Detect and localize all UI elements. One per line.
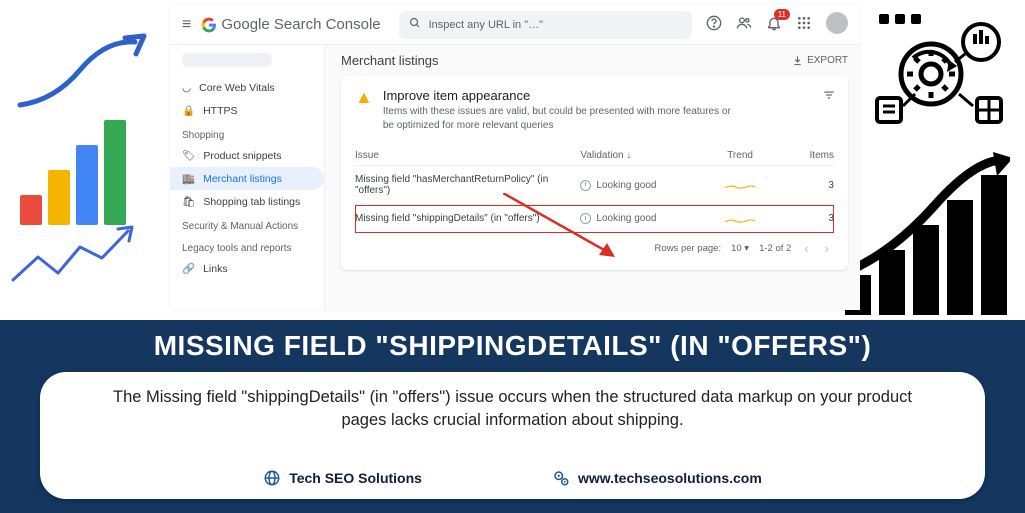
col-issue[interactable]: Issue	[355, 150, 580, 161]
gsc-app: ≡ Google Search Console Inspect any URL …	[170, 5, 860, 310]
notif-badge: 11	[774, 9, 790, 20]
issues-card: ▲ Improve item appearance Items with the…	[341, 76, 848, 270]
issues-table: Issue Validation ↓ Trend Items Missing f…	[355, 146, 834, 258]
help-icon[interactable]	[706, 15, 722, 34]
card-subtitle: Items with these issues are valid, but c…	[383, 105, 743, 132]
trend-cell	[693, 182, 787, 188]
export-button[interactable]: EXPORT	[792, 55, 848, 66]
gsc-logo: Google Search Console	[201, 16, 380, 33]
apps-icon[interactable]	[796, 15, 812, 34]
table-row[interactable]: Missing field "hasMerchantReturnPolicy" …	[355, 166, 834, 205]
brand-label: Tech SEO Solutions	[263, 469, 422, 487]
sidebar-item-shopping-tab[interactable]: 🛍Shopping tab listings	[170, 190, 324, 213]
issue-text: Missing field "shippingDetails" (in "off…	[355, 213, 580, 224]
pager-rows-label: Rows per page:	[655, 243, 722, 254]
sidebar-cat-shopping: Shopping	[170, 122, 324, 144]
items-cell: 3	[787, 180, 834, 191]
search-icon	[409, 17, 421, 32]
store-icon: 🏬	[182, 172, 195, 185]
banner-desc: The Missing field "shippingDetails" (in …	[100, 386, 925, 432]
decor-right-bar-chart	[845, 150, 1010, 315]
table-row[interactable]: Missing field "shippingDetails" (in "off…	[355, 205, 834, 233]
notifications-icon[interactable]: 11	[766, 15, 782, 34]
gsc-logo-text-1: Google	[221, 16, 269, 33]
sidebar-cat-legacy: Legacy tools and reports	[170, 235, 324, 257]
col-trend[interactable]: Trend	[693, 150, 787, 161]
sidebar-property-selector[interactable]	[182, 53, 272, 67]
clock-icon	[580, 213, 591, 224]
trend-cell	[693, 216, 787, 222]
sidebar-item-cwv[interactable]: ◡Core Web Vitals	[170, 77, 324, 99]
decor-right-icons	[873, 6, 1013, 126]
warning-icon: ▲	[355, 88, 373, 132]
people-icon[interactable]	[736, 15, 752, 34]
arrow-up-icon	[10, 30, 160, 120]
search-placeholder: Inspect any URL in "…"	[429, 19, 543, 31]
card-title: Improve item appearance	[383, 88, 743, 103]
gsc-logo-text-2: Search Console	[274, 16, 381, 33]
avatar[interactable]	[826, 12, 848, 37]
clock-icon	[580, 180, 591, 191]
gsc-header: ≡ Google Search Console Inspect any URL …	[170, 5, 860, 45]
tag-icon: 🏷	[182, 149, 195, 162]
col-validation[interactable]: Validation ↓	[580, 150, 693, 161]
sidebar-item-links[interactable]: 🔗Links	[170, 257, 324, 280]
banner: MISSING FIELD "SHIPPINGDETAILS" (IN "OFF…	[0, 320, 1025, 513]
menu-icon[interactable]: ≡	[182, 16, 191, 34]
brand-url[interactable]: www.techseosolutions.com	[552, 469, 762, 487]
page-title: Merchant listings	[341, 53, 439, 68]
globe-icon	[263, 469, 281, 487]
col-items[interactable]: Items	[787, 150, 834, 161]
gsc-main: Merchant listings EXPORT ▲ Improve item …	[325, 45, 860, 310]
items-cell: 3	[787, 213, 834, 224]
filter-icon[interactable]	[822, 88, 836, 105]
sidebar-cat-security: Security & Manual Actions	[170, 213, 324, 235]
gsc-sidebar: ◡Core Web Vitals 🔒HTTPS Shopping 🏷Produc…	[170, 45, 325, 310]
sparkline-icon	[10, 225, 150, 295]
validation-cell: Looking good	[580, 180, 693, 191]
cart-icon: 🛍	[182, 195, 195, 208]
banner-panel: The Missing field "shippingDetails" (in …	[40, 372, 985, 499]
validation-cell: Looking good	[580, 213, 693, 224]
banner-hero: MISSING FIELD "SHIPPINGDETAILS" (IN "OFF…	[0, 330, 1025, 362]
pager-next[interactable]: ›	[822, 241, 832, 256]
issue-text: Missing field "hasMerchantReturnPolicy" …	[355, 174, 580, 196]
sidebar-item-merchant-listings[interactable]: 🏬Merchant listings	[170, 167, 324, 190]
decor-left-chart	[10, 30, 160, 260]
link-icon: 🔗	[182, 262, 195, 275]
lock-icon: 🔒	[182, 104, 195, 117]
pager-size-select[interactable]: 10 ▾	[731, 243, 749, 254]
search-input[interactable]: Inspect any URL in "…"	[399, 11, 692, 39]
sidebar-item-product-snippets[interactable]: 🏷Product snippets	[170, 144, 324, 167]
gear-icon	[552, 469, 570, 487]
pulse-icon: ◡	[182, 82, 191, 94]
sidebar-item-https[interactable]: 🔒HTTPS	[170, 99, 324, 122]
pager-prev[interactable]: ‹	[801, 241, 811, 256]
pager-range: 1-2 of 2	[759, 243, 791, 254]
table-pager: Rows per page: 10 ▾ 1-2 of 2 ‹ ›	[355, 233, 834, 258]
